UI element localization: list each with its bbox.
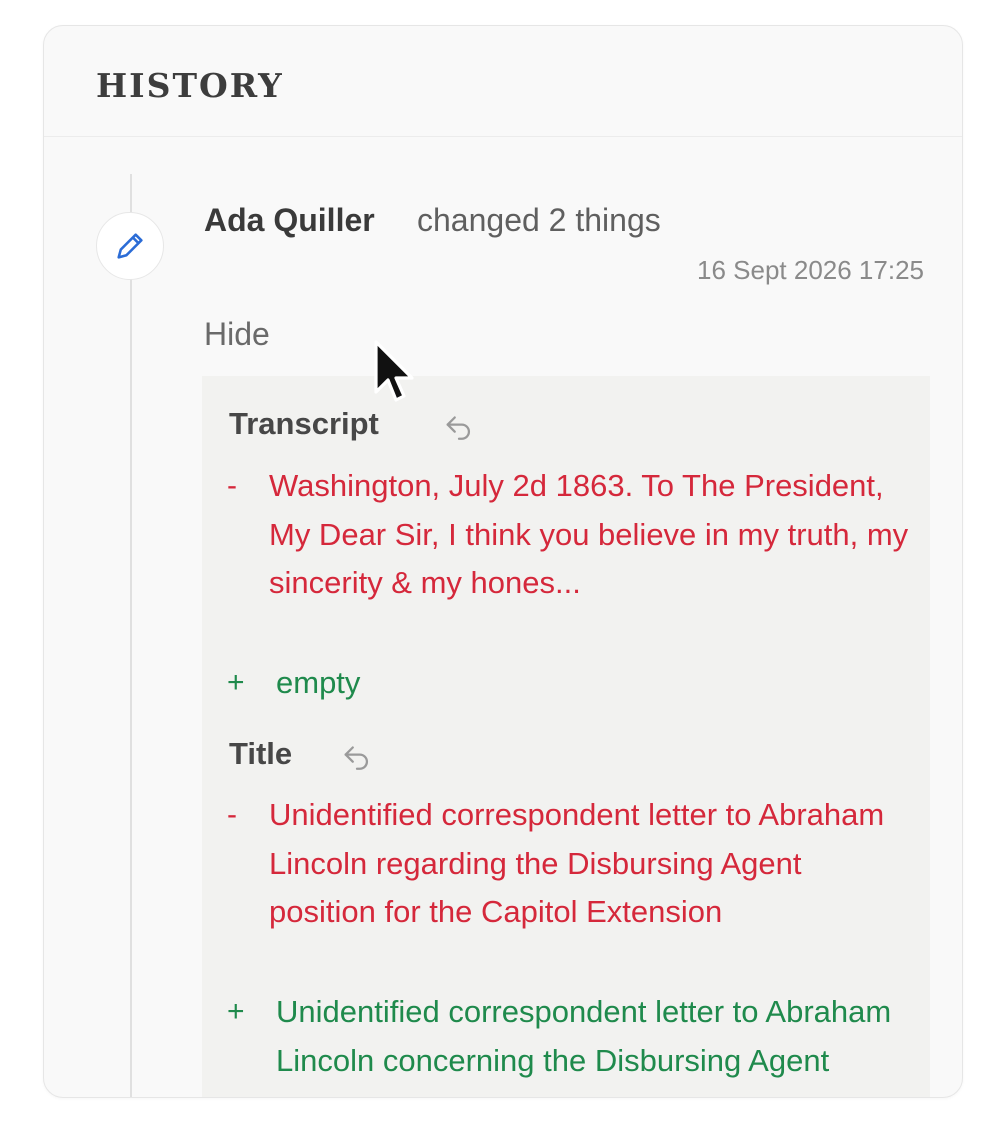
hide-toggle-link[interactable]: Hide: [204, 316, 270, 353]
revert-transcript-icon[interactable]: [442, 409, 476, 443]
timeline-line: [130, 174, 132, 1097]
revert-title-icon[interactable]: [340, 739, 374, 773]
entry-author[interactable]: Ada Quiller: [204, 202, 375, 239]
field-label-title: Title: [229, 736, 293, 771]
transcript-added-value: empty: [276, 665, 361, 700]
panel-title: HISTORY: [96, 66, 284, 105]
added-sign: +: [227, 995, 245, 1028]
title-removed-value: Unidentified correspondent letter to Abr…: [269, 797, 885, 929]
removed-sign: -: [227, 798, 237, 831]
title-added-value: Unidentified correspondent letter to Abr…: [276, 994, 892, 1097]
entry-action: changed 2 things: [417, 202, 661, 238]
mouse-cursor: [374, 340, 414, 402]
field-label-transcript: Transcript: [229, 406, 379, 441]
edit-badge: [96, 212, 164, 280]
panel-header: HISTORY: [44, 26, 962, 137]
history-panel: HISTORY Ada Quiller changed 2 things 16 …: [43, 25, 963, 1098]
pencil-icon: [117, 233, 143, 259]
added-sign: +: [227, 666, 245, 699]
entry-timestamp: 16 Sept 2026 17:25: [697, 255, 924, 285]
removed-sign: -: [227, 469, 237, 502]
transcript-removed-value: Washington, July 2d 1863. To The Preside…: [269, 468, 909, 600]
